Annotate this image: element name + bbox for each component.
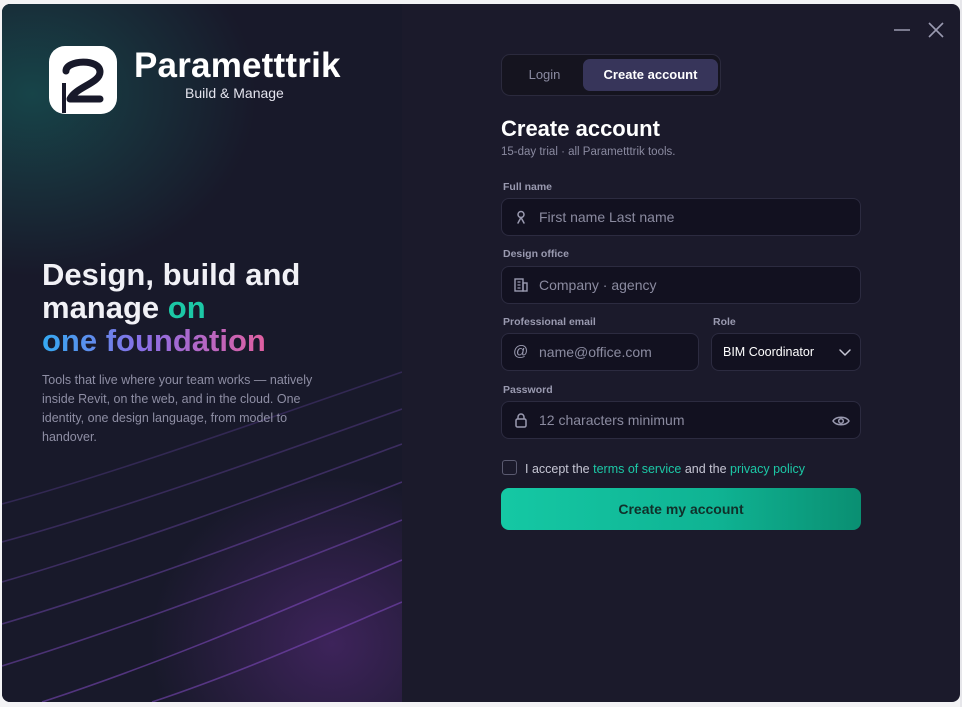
terms-of-service-link[interactable]: terms of service — [593, 462, 681, 476]
minimize-icon[interactable] — [892, 20, 912, 40]
lock-icon — [515, 413, 527, 428]
form-subtitle: 15-day trial · all Parametttrik tools. — [501, 146, 676, 158]
hero-line-1: Design, build and — [42, 257, 301, 292]
tab-create-account[interactable]: Create account — [583, 59, 718, 91]
design-office-input[interactable] — [539, 267, 849, 303]
building-icon — [514, 278, 528, 292]
password-label: Password — [503, 384, 553, 396]
password-input[interactable] — [539, 402, 819, 438]
hero-headline: Design, build and manage on one foundati… — [42, 258, 362, 357]
user-icon — [517, 210, 525, 224]
role-selected-value: BIM Coordinator — [723, 345, 815, 359]
full-name-input[interactable] — [539, 199, 849, 235]
password-field — [501, 401, 861, 439]
create-account-button[interactable]: Create my account — [501, 488, 861, 530]
terms-middle: and the — [684, 462, 727, 476]
design-office-field — [501, 266, 861, 304]
full-name-field — [501, 198, 861, 236]
role-label: Role — [713, 316, 736, 328]
close-icon[interactable] — [926, 20, 946, 40]
tab-login[interactable]: Login — [506, 59, 583, 91]
full-name-label: Full name — [503, 181, 553, 193]
brand-panel: Parametttrik Build & Manage Design, buil… — [2, 4, 402, 702]
brand-name: Parametttrik — [134, 46, 341, 85]
parametttrik-logo-icon — [49, 46, 117, 114]
at-icon: @ — [513, 343, 529, 360]
terms-prefix: I accept the — [525, 462, 590, 476]
auth-tabs: Login Create account — [501, 54, 721, 96]
hero-description: Tools that live where your team works — … — [42, 373, 313, 444]
terms-checkbox[interactable] — [502, 460, 517, 475]
hero-line-2: manage — [42, 290, 160, 325]
brand-tagline: Build & Manage — [185, 85, 284, 101]
privacy-policy-link[interactable]: privacy policy — [730, 462, 805, 476]
email-label: Professional email — [503, 316, 596, 328]
design-office-label: Design office — [503, 248, 569, 260]
chevron-down-icon — [839, 349, 851, 356]
eye-icon[interactable] — [832, 413, 850, 429]
form-title: Create account — [501, 116, 660, 141]
terms-text: I accept the terms of service and the pr… — [525, 462, 805, 476]
hero-highlight-on: on — [167, 290, 206, 325]
role-select[interactable]: BIM Coordinator — [711, 333, 861, 371]
email-field: @ — [501, 333, 699, 371]
email-input[interactable] — [539, 334, 691, 370]
hero-highlight-foundation: one foundation — [42, 323, 266, 358]
app-window: Parametttrik Build & Manage Design, buil… — [2, 4, 960, 702]
